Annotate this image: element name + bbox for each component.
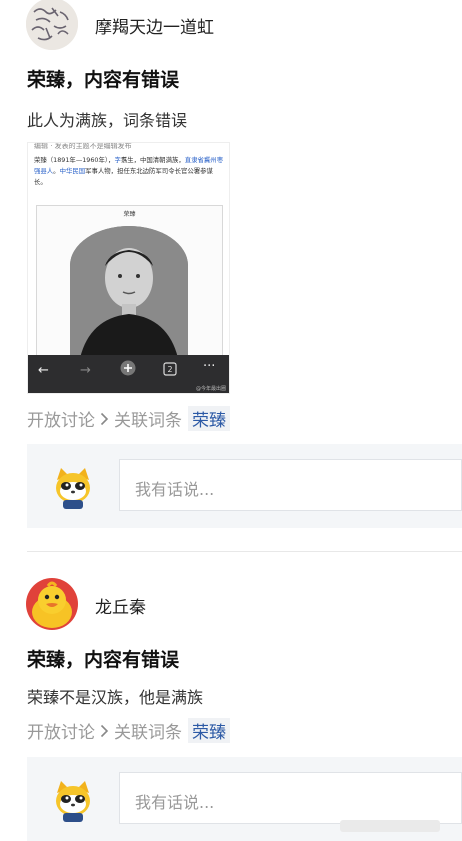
comment-title: 荣臻，内容有错误 (27, 69, 180, 91)
more-icon: ··· (203, 359, 216, 374)
infobox: 荣臻 (36, 205, 223, 358)
user-avatar[interactable] (26, 0, 78, 50)
mascot-avatar-icon (51, 779, 95, 823)
related-term-label: 关联词条 (114, 723, 182, 743)
user-avatar[interactable] (26, 578, 78, 630)
comment-divider (27, 551, 462, 552)
discussion-meta: 开放讨论 关联词条 荣臻 (27, 718, 230, 743)
portrait-photo (70, 226, 188, 358)
infobox-title: 荣臻 (123, 211, 136, 218)
chevron-right-icon (100, 411, 109, 431)
screenshot-text: 荣臻（1891年—1960年），字翥生，中国清朝满族，直隶省冀州枣强县人。中华民… (34, 156, 224, 186)
related-term-label: 关联词条 (114, 411, 182, 431)
term-tag[interactable]: 荣臻 (188, 406, 230, 431)
open-discussion-link[interactable]: 开放讨论 (27, 723, 95, 743)
comment-title: 荣臻，内容有错误 (27, 649, 180, 671)
svg-text:2: 2 (167, 365, 172, 374)
screenshot-watermark: @今年最出圈 (195, 386, 226, 392)
open-discussion-link[interactable]: 开放讨论 (27, 411, 95, 431)
comment-text: 荣臻不是汉族，他是满族 (27, 688, 204, 707)
comment-text: 此人为满族，词条错误 (27, 111, 188, 130)
chevron-right-icon (100, 723, 109, 743)
tab-count-icon: 2 (163, 362, 177, 380)
term-tag[interactable]: 荣臻 (188, 718, 230, 743)
new-tab-plus-icon (120, 360, 136, 380)
page-watermark (340, 820, 440, 832)
reply-box: 我有话说... (27, 444, 462, 528)
reply-input[interactable]: 我有话说... (119, 772, 462, 824)
username[interactable]: 龙丘秦 (95, 593, 146, 618)
screenshot-top-snippet: 编辑 · 发表的主题不是编辑发布 (34, 142, 132, 150)
attached-screenshot[interactable]: 编辑 · 发表的主题不是编辑发布 荣臻（1891年—1960年），字翥生，中国清… (27, 142, 230, 394)
forward-arrow-icon: → (80, 363, 91, 378)
back-arrow-icon: ← (38, 363, 49, 378)
username[interactable]: 摩羯天边一道虹 (95, 13, 214, 38)
discussion-meta: 开放讨论 关联词条 荣臻 (27, 406, 230, 431)
mascot-avatar-icon (51, 466, 95, 510)
reply-input[interactable]: 我有话说... (119, 459, 462, 511)
